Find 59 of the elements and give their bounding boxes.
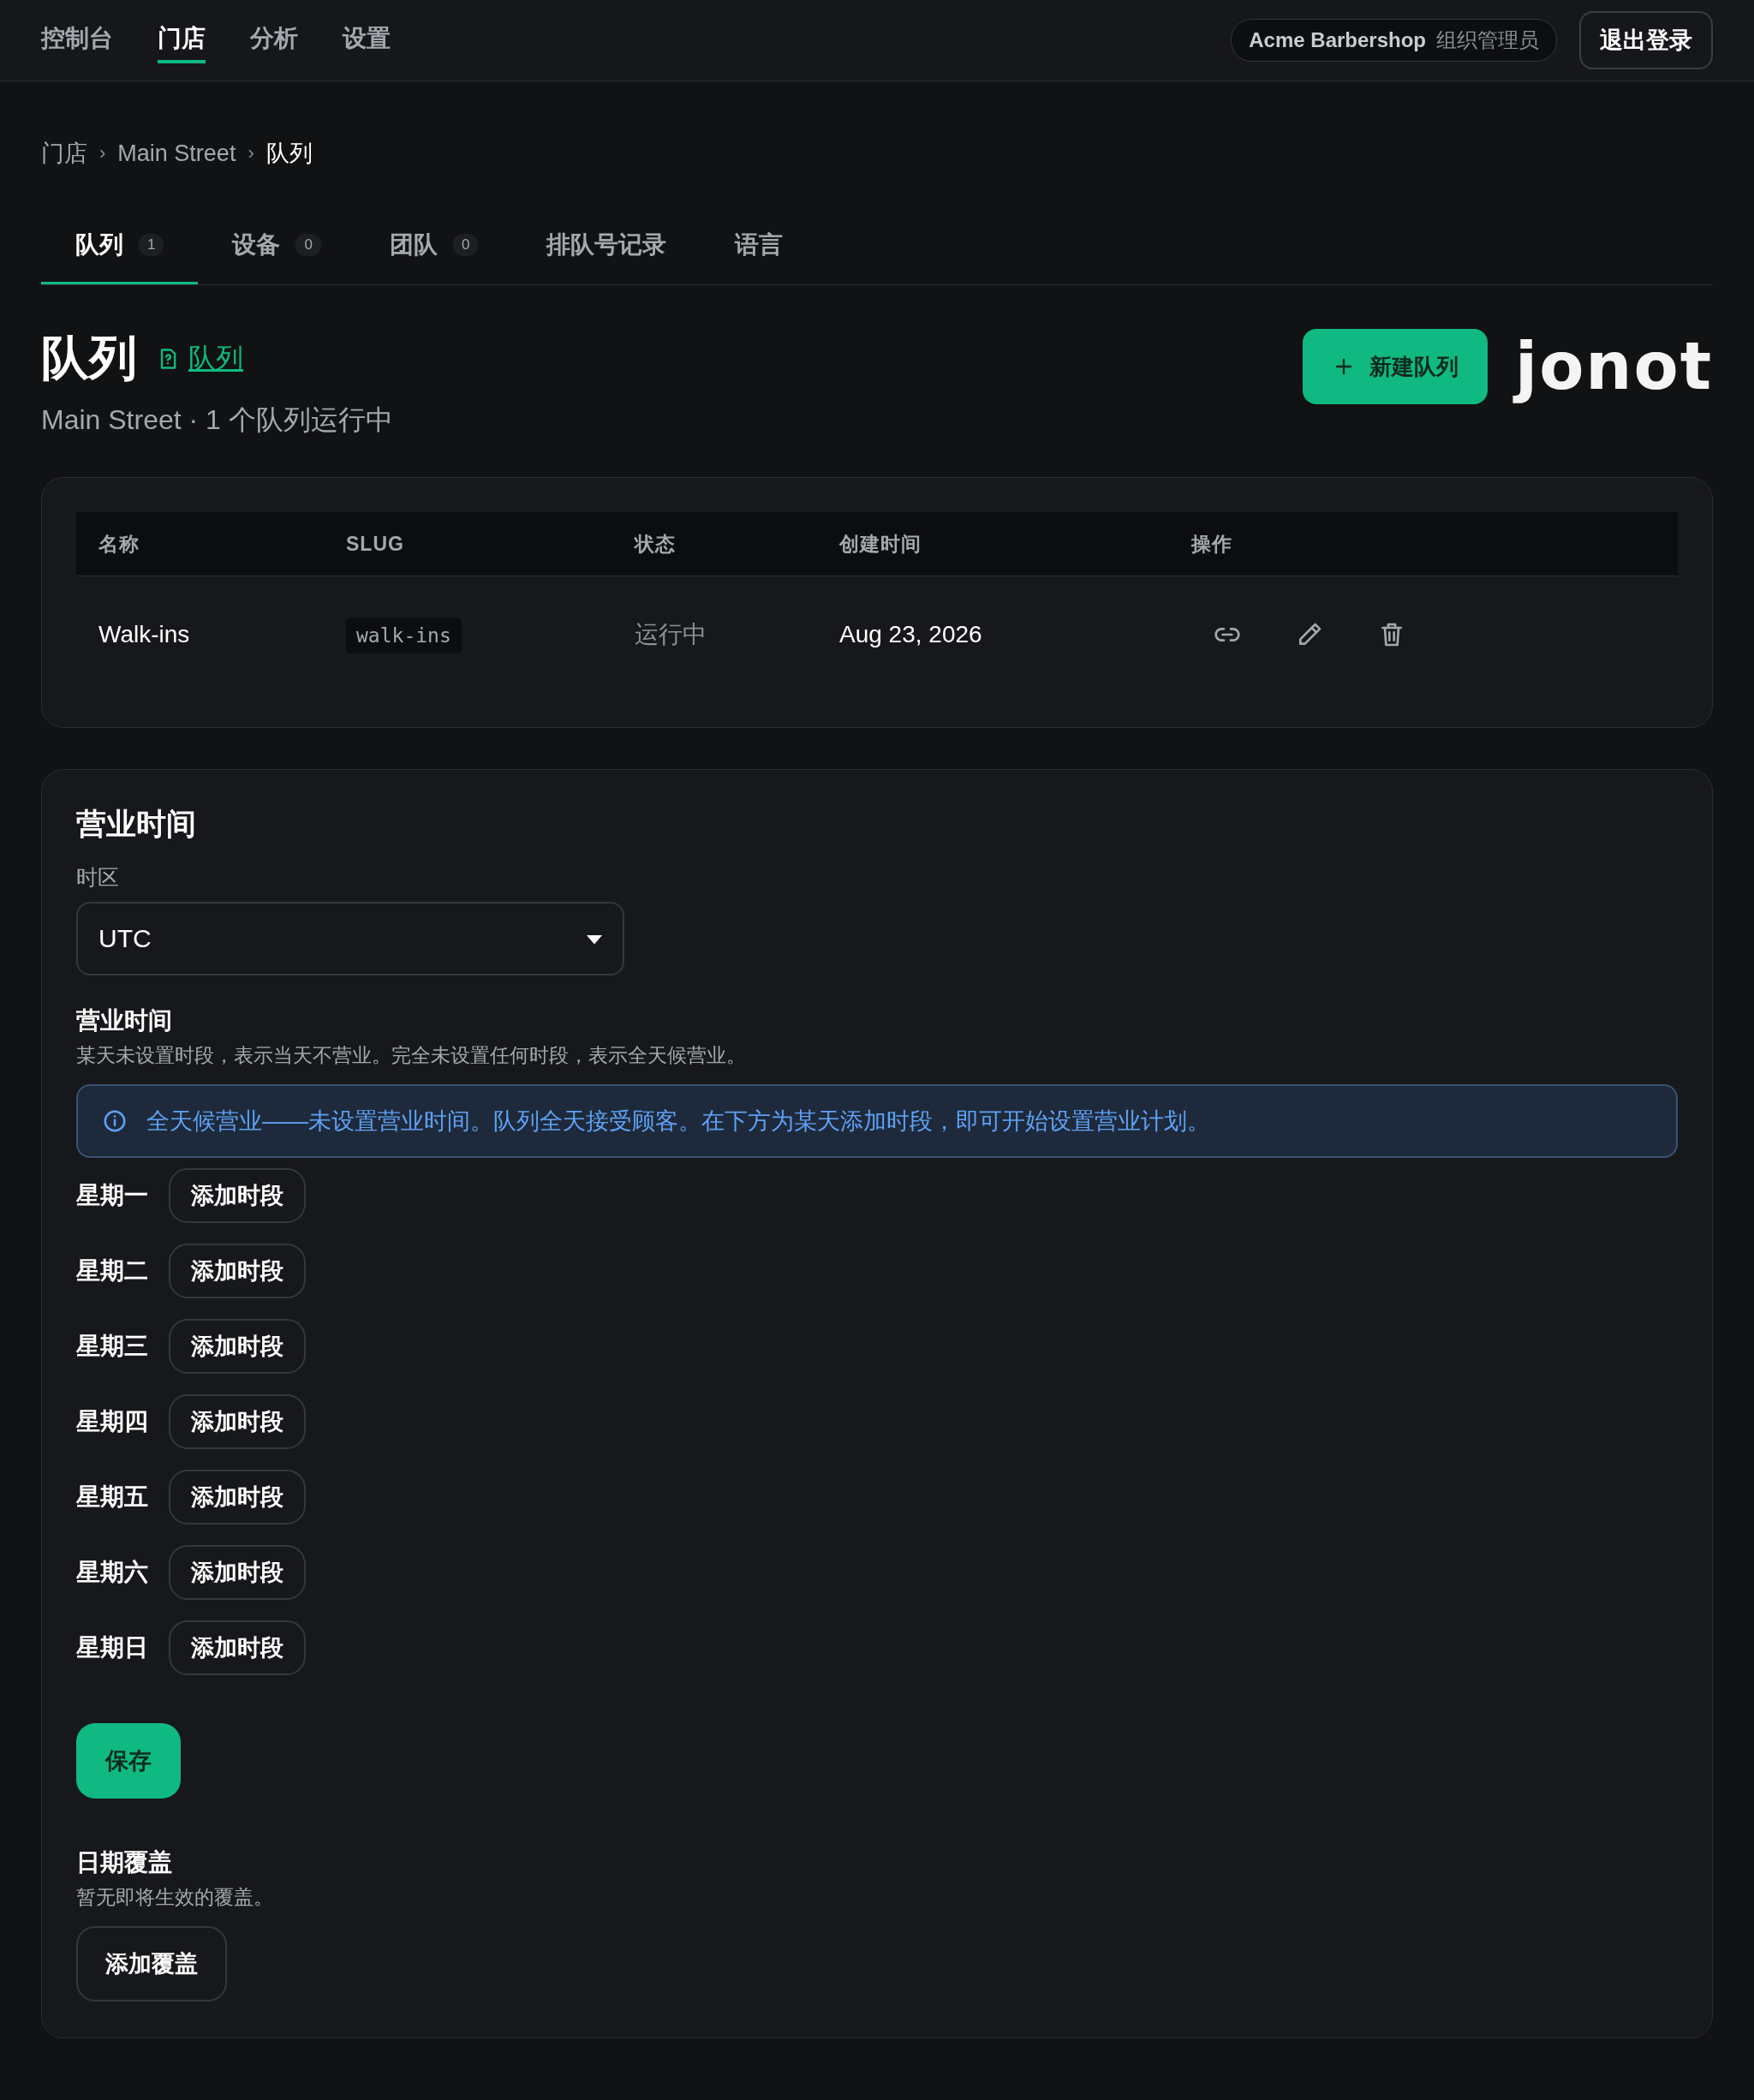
subsection-title: 营业时间 (76, 1006, 172, 1035)
add-slot-button[interactable]: 添加时段 (169, 1545, 306, 1600)
add-slot-button[interactable]: 添加时段 (169, 1470, 306, 1524)
nav-link[interactable]: 门店 (158, 17, 206, 63)
breadcrumb-link[interactable]: 门店 (41, 138, 87, 169)
add-slot-button[interactable]: 添加时段 (169, 1168, 306, 1223)
breadcrumb-link[interactable]: Main Street (117, 140, 236, 167)
day-label: 星期一 (76, 1181, 148, 1210)
nav-link[interactable]: 控制台 (41, 17, 113, 63)
tab[interactable]: 团队 0 (355, 213, 513, 284)
add-slot-button[interactable]: 添加时段 (169, 1319, 306, 1374)
caret-icon (587, 934, 602, 944)
info-icon (102, 1108, 128, 1134)
breadcrumb-separator: › (99, 142, 106, 164)
count-badge: 1 (139, 234, 164, 256)
subsection-description: 某天未设置时段，表示当天不营业。完全未设置任何时段，表示全天候营业。 (76, 1043, 746, 1068)
new-queue-button[interactable]: 新建队列 (1303, 329, 1489, 405)
count-badge: 0 (295, 234, 321, 256)
day-label: 星期三 (76, 1332, 148, 1361)
breadcrumb-separator: › (248, 142, 254, 164)
nav-link[interactable]: 分析 (250, 17, 298, 63)
add-override-button[interactable]: 添加覆盖 (76, 1926, 227, 2002)
add-slot-button[interactable]: 添加时段 (169, 1244, 306, 1298)
day-label: 星期四 (76, 1407, 148, 1436)
table-cell-text: Walk-ins (98, 621, 191, 648)
count-badge: 0 (452, 234, 479, 256)
organization-name: Acme Barbershop (1249, 28, 1426, 52)
timezone-select[interactable]: UTC (76, 902, 624, 975)
page-subtitle: Main Street · 1 个队列运行中 (41, 403, 393, 437)
column-header: 创建时间 (838, 531, 922, 557)
nav-link[interactable]: 设置 (343, 17, 391, 63)
column-header: 操作 (1190, 531, 1233, 557)
tab[interactable]: 语言 (701, 213, 818, 284)
subsection-description: 暂无即将生效的覆盖。 (76, 1885, 273, 1910)
role-label: 组织管理员 (1436, 27, 1539, 53)
logout-button[interactable]: 退出登录 (1579, 11, 1713, 69)
section-title: 营业时间 (76, 806, 196, 842)
tab[interactable]: 队列 1 (41, 213, 199, 284)
page-title: 队列 (41, 330, 137, 386)
table-cell-text: 运行中 (634, 620, 707, 649)
day-label: 星期二 (76, 1256, 148, 1286)
day-label: 星期五 (76, 1483, 148, 1512)
breadcrumb-current: 队列 (265, 140, 313, 168)
save-button[interactable]: 保存 (76, 1723, 181, 1799)
column-header: 名称 (98, 531, 140, 557)
tab[interactable]: 排队号记录 (512, 213, 701, 284)
info-text: 全天候营业——未设置营业时间。队列全天接受顾客。在下方为某天添加时段，即可开始设置营业计划。 (146, 1107, 1210, 1136)
help-link[interactable]: 队列 (156, 340, 243, 378)
add-slot-button[interactable]: 添加时段 (169, 1394, 306, 1449)
slug-code: walk-ins (346, 617, 462, 653)
add-slot-button[interactable]: 添加时段 (169, 1620, 306, 1675)
day-label: 星期日 (76, 1633, 148, 1662)
table-cell-text: Aug 23, 2026 (838, 621, 983, 648)
field-label: 时区 (76, 864, 119, 891)
column-header: 状态 (633, 531, 677, 557)
column-header: SLUG (345, 532, 405, 556)
tab[interactable]: 设备 0 (198, 213, 355, 284)
day-label: 星期六 (76, 1558, 148, 1587)
subsection-title: 日期覆盖 (76, 1848, 172, 1877)
